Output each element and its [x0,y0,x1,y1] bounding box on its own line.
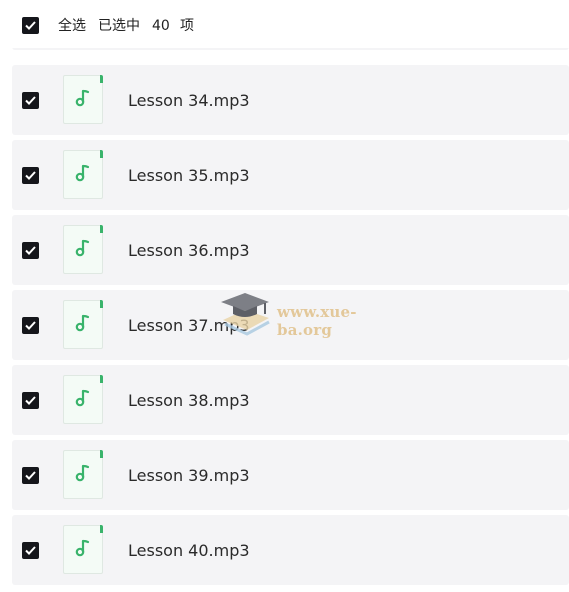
row-checkbox[interactable] [22,542,39,559]
file-row[interactable]: Lesson 34.mp3 [12,65,569,135]
music-note-icon [75,314,90,332]
audio-file-icon [63,225,103,274]
file-row[interactable]: Lesson 39.mp3 [12,440,569,510]
file-name[interactable]: Lesson 39.mp3 [128,466,250,486]
select-all-checkbox[interactable] [22,17,39,34]
audio-file-icon [63,450,103,499]
audio-file-icon [63,75,103,124]
file-name[interactable]: Lesson 34.mp3 [128,91,250,111]
audio-file-icon [63,375,103,424]
music-note-icon [75,239,90,257]
selection-header: 全选 已选中 40 项 [0,0,569,48]
selected-unit: 项 [180,18,194,34]
file-row[interactable]: Lesson 36.mp3 [12,215,569,285]
music-note-icon [75,464,90,482]
row-checkbox[interactable] [22,167,39,184]
music-note-icon [75,89,90,107]
select-all-label[interactable]: 全选 [58,17,86,35]
row-checkbox[interactable] [22,92,39,109]
file-row[interactable]: Lesson 37.mp3 [12,290,569,360]
row-checkbox[interactable] [22,317,39,334]
selected-count: 40 [152,18,170,34]
file-row[interactable]: Lesson 35.mp3 [12,140,569,210]
row-checkbox[interactable] [22,242,39,259]
file-list: Lesson 34.mp3 Lesson 35.mp3 Lesson 36.mp… [0,0,569,592]
row-checkbox[interactable] [22,467,39,484]
row-checkbox[interactable] [22,392,39,409]
file-name[interactable]: Lesson 38.mp3 [128,391,250,411]
audio-file-icon [63,300,103,349]
music-note-icon [75,389,90,407]
file-row[interactable]: Lesson 40.mp3 [12,515,569,585]
audio-file-icon [63,150,103,199]
music-note-icon [75,164,90,182]
file-name[interactable]: Lesson 35.mp3 [128,166,250,186]
file-row[interactable]: Lesson 38.mp3 [12,365,569,435]
selected-label: 已选中 [98,18,140,34]
file-name[interactable]: Lesson 37.mp3 [128,316,250,336]
audio-file-icon [63,525,103,574]
file-name[interactable]: Lesson 36.mp3 [128,241,250,261]
music-note-icon [75,539,90,557]
file-name[interactable]: Lesson 40.mp3 [128,541,250,561]
